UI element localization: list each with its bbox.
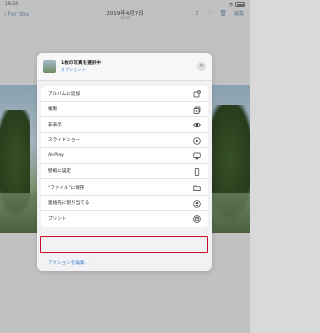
album-add-icon: [193, 90, 201, 98]
close-button[interactable]: ✕: [197, 62, 206, 71]
print-highlight-box: [40, 236, 208, 253]
action-label: "ファイル"に保存: [48, 185, 85, 191]
action-assign-to-contact[interactable]: 連絡先に割り当てる: [41, 196, 208, 211]
play-icon: [193, 136, 201, 145]
photo-thumbnail: [43, 60, 56, 73]
photos-screen: 18:24 ◔ ‹ For You 2019年4月7日 12:15 ⇪ ♡ 🗑︎…: [0, 0, 250, 333]
action-hide[interactable]: 非表示: [41, 117, 208, 133]
share-sheet-title: 1枚の写真を選択中: [61, 61, 101, 66]
action-label: アルバムに追加: [48, 91, 81, 97]
action-label: プリント: [48, 216, 67, 222]
action-label: 壁紙に設定: [48, 169, 71, 174]
airplay-icon: [193, 152, 201, 160]
share-sheet-header: 1枚の写真を選択中 オプション > ✕: [37, 53, 212, 81]
action-label: 複製: [48, 107, 58, 112]
action-save-to-files[interactable]: "ファイル"に保存: [41, 180, 208, 196]
action-label: 非表示: [48, 122, 62, 128]
options-link[interactable]: オプション >: [61, 67, 86, 73]
action-set-wallpaper[interactable]: 壁紙に設定: [41, 164, 208, 179]
phone-icon: [193, 167, 201, 176]
printer-icon: [193, 215, 201, 223]
edit-actions-link[interactable]: アクションを編集...: [48, 260, 89, 266]
folder-icon: [193, 184, 201, 192]
action-slideshow[interactable]: スライドショー: [41, 133, 208, 148]
action-airplay[interactable]: AirPlay: [41, 148, 208, 164]
action-duplicate[interactable]: 複製: [41, 102, 208, 117]
eye-icon: [193, 121, 201, 129]
duplicate-icon: [193, 106, 201, 114]
contact-icon: [193, 199, 201, 208]
action-label: AirPlay: [48, 152, 64, 158]
action-group-1: アルバムに追加 複製 非表示 スライドショー AirPlay 壁紙に設定: [41, 86, 208, 195]
action-print[interactable]: プリント: [41, 211, 208, 227]
action-group-2: "ファイル"に保存 連絡先に割り当てる プリント: [41, 180, 208, 227]
action-label: スライドショー: [48, 138, 81, 143]
action-add-to-album[interactable]: アルバムに追加: [41, 86, 208, 102]
close-icon: ✕: [199, 63, 204, 69]
action-label: 連絡先に割り当てる: [48, 201, 90, 206]
